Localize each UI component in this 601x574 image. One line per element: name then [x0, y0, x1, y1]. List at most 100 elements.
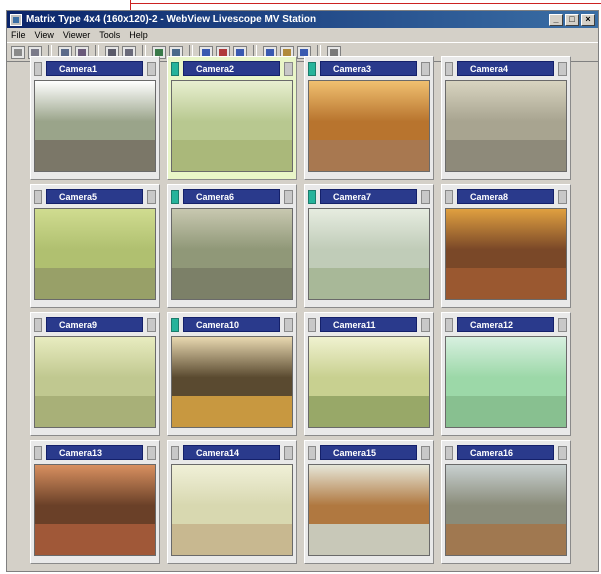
- camera-header: Camera7: [308, 188, 430, 205]
- scene-floor: [35, 395, 155, 427]
- scene-floor: [172, 139, 292, 171]
- camera-label: Camera3: [320, 61, 417, 76]
- minimize-button[interactable]: _: [549, 13, 563, 26]
- camera-close-button[interactable]: [147, 61, 156, 76]
- menu-file[interactable]: File: [11, 30, 26, 40]
- red-horizontal-line: [130, 3, 601, 4]
- camera-status-indicator: [171, 445, 179, 460]
- menu-bar: File View Viewer Tools Help: [7, 28, 598, 42]
- camera-close-button[interactable]: [284, 445, 293, 460]
- camera-video-feed[interactable]: [308, 208, 430, 300]
- scene-floor: [446, 395, 566, 427]
- camera-status-indicator: [445, 61, 453, 76]
- camera-video-feed[interactable]: [445, 208, 567, 300]
- camera-close-button[interactable]: [284, 317, 293, 332]
- camera-video-feed[interactable]: [34, 336, 156, 428]
- camera-tile[interactable]: Camera9: [30, 312, 160, 436]
- camera-header: Camera3: [308, 60, 430, 77]
- camera-close-button[interactable]: [421, 61, 430, 76]
- camera-close-button[interactable]: [558, 189, 567, 204]
- camera-header: Camera14: [171, 444, 293, 461]
- camera-status-indicator: [171, 317, 179, 332]
- camera-close-button[interactable]: [147, 445, 156, 460]
- scene-floor: [172, 523, 292, 555]
- camera-video-feed[interactable]: [445, 336, 567, 428]
- title-bar[interactable]: Matrix Type 4x4 (160x120)-2 - WebView Li…: [7, 11, 598, 28]
- scene-floor: [309, 523, 429, 555]
- camera-label: Camera6: [183, 189, 280, 204]
- camera-close-button[interactable]: [558, 61, 567, 76]
- camera-close-button[interactable]: [421, 189, 430, 204]
- scene-floor: [309, 139, 429, 171]
- camera-tile[interactable]: Camera4: [441, 56, 571, 180]
- camera-close-button[interactable]: [147, 317, 156, 332]
- camera-tile[interactable]: Camera6: [167, 184, 297, 308]
- camera-video-feed[interactable]: [445, 464, 567, 556]
- camera-close-button[interactable]: [284, 189, 293, 204]
- camera-status-indicator: [171, 189, 179, 204]
- camera-video-feed[interactable]: [171, 208, 293, 300]
- scene-floor: [446, 523, 566, 555]
- camera-label: Camera11: [320, 317, 417, 332]
- camera-close-button[interactable]: [558, 317, 567, 332]
- camera-status-indicator: [308, 189, 316, 204]
- camera-tile[interactable]: Camera2: [167, 56, 297, 180]
- red-marker-line: [0, 0, 601, 10]
- camera-status-indicator: [445, 445, 453, 460]
- camera-status-indicator: [34, 317, 42, 332]
- camera-tile[interactable]: Camera11: [304, 312, 434, 436]
- camera-video-feed[interactable]: [34, 464, 156, 556]
- scene-floor: [35, 523, 155, 555]
- camera-tile[interactable]: Camera16: [441, 440, 571, 564]
- menu-tools[interactable]: Tools: [99, 30, 120, 40]
- camera-video-feed[interactable]: [445, 80, 567, 172]
- close-button[interactable]: ×: [581, 13, 595, 26]
- camera-video-feed[interactable]: [171, 464, 293, 556]
- camera-tile[interactable]: Camera3: [304, 56, 434, 180]
- camera-video-feed[interactable]: [308, 464, 430, 556]
- camera-tile[interactable]: Camera1: [30, 56, 160, 180]
- camera-matrix: Camera1 Camera2 Camera3 Camera4 Camera5 Camer…: [30, 56, 582, 564]
- camera-video-feed[interactable]: [171, 336, 293, 428]
- scene-floor: [446, 267, 566, 299]
- scene-floor: [172, 395, 292, 427]
- camera-video-feed[interactable]: [171, 80, 293, 172]
- camera-tile[interactable]: Camera8: [441, 184, 571, 308]
- scene-floor: [309, 267, 429, 299]
- camera-header: Camera8: [445, 188, 567, 205]
- scene-floor: [35, 139, 155, 171]
- camera-close-button[interactable]: [421, 445, 430, 460]
- camera-label: Camera2: [183, 61, 280, 76]
- camera-tile[interactable]: Camera15: [304, 440, 434, 564]
- camera-close-button[interactable]: [558, 445, 567, 460]
- camera-tile[interactable]: Camera14: [167, 440, 297, 564]
- menu-view[interactable]: View: [35, 30, 54, 40]
- maximize-button[interactable]: □: [565, 13, 579, 26]
- camera-tile[interactable]: Camera12: [441, 312, 571, 436]
- camera-tile[interactable]: Camera13: [30, 440, 160, 564]
- camera-label: Camera15: [320, 445, 417, 460]
- camera-video-feed[interactable]: [34, 208, 156, 300]
- app-icon[interactable]: [10, 13, 22, 26]
- camera-tile[interactable]: Camera5: [30, 184, 160, 308]
- camera-close-button[interactable]: [147, 189, 156, 204]
- camera-video-feed[interactable]: [34, 80, 156, 172]
- camera-close-button[interactable]: [421, 317, 430, 332]
- camera-label: Camera4: [457, 61, 554, 76]
- camera-video-feed[interactable]: [308, 336, 430, 428]
- menu-help[interactable]: Help: [129, 30, 148, 40]
- window-title: Matrix Type 4x4 (160x120)-2 - WebView Li…: [26, 14, 317, 25]
- scene-floor: [446, 139, 566, 171]
- camera-header: Camera5: [34, 188, 156, 205]
- menu-viewer[interactable]: Viewer: [63, 30, 90, 40]
- camera-label: Camera16: [457, 445, 554, 460]
- camera-close-button[interactable]: [284, 61, 293, 76]
- camera-header: Camera15: [308, 444, 430, 461]
- camera-label: Camera9: [46, 317, 143, 332]
- camera-video-feed[interactable]: [308, 80, 430, 172]
- camera-tile[interactable]: Camera7: [304, 184, 434, 308]
- camera-tile[interactable]: Camera10: [167, 312, 297, 436]
- camera-label: Camera10: [183, 317, 280, 332]
- camera-status-indicator: [34, 189, 42, 204]
- matrix-layout-icon[interactable]: [11, 45, 25, 59]
